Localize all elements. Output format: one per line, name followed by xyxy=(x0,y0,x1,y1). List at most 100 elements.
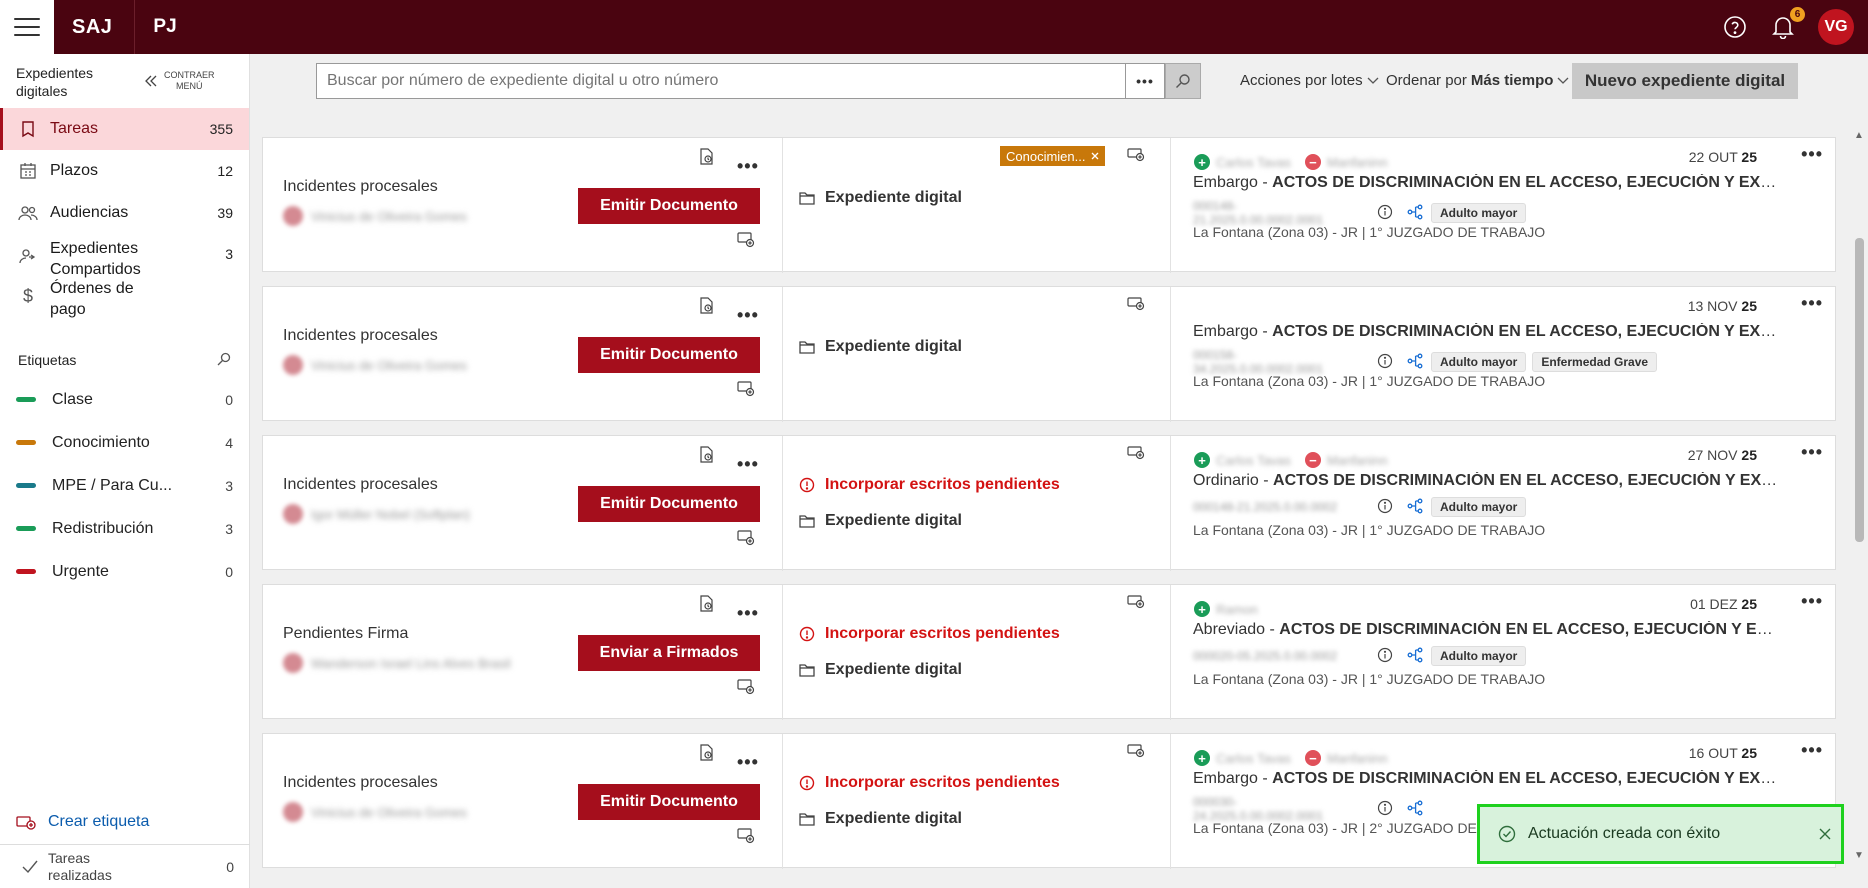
close-icon[interactable] xyxy=(1091,152,1099,160)
new-digital-file-button[interactable]: Nuevo expediente digital xyxy=(1572,63,1798,99)
add-note-button[interactable] xyxy=(737,232,755,251)
scroll-up-icon[interactable]: ▲ xyxy=(1854,130,1864,141)
sidebar-item-ordenes-pago[interactable]: $ Órdenes de pago xyxy=(0,278,249,324)
document-history-button[interactable] xyxy=(699,148,715,169)
task-card[interactable]: Incidentes procesales Igor Müller Nobel (… xyxy=(262,435,1836,571)
tag-item-clase[interactable]: Clase 0 xyxy=(0,378,249,421)
scrollbar[interactable]: ▲ ▼ xyxy=(1852,128,1866,868)
batch-actions-dropdown[interactable]: Acciones por lotes xyxy=(1240,72,1379,89)
add-tag-button[interactable] xyxy=(1127,446,1145,463)
tag-item-mpe[interactable]: MPE / Para Cu... 3 xyxy=(0,464,249,507)
digital-file-link[interactable]: Expediente digital xyxy=(799,189,962,207)
task-card[interactable]: Pendientes Firma Wanderson Israel Lins Al… xyxy=(262,584,1836,720)
sidebar-item-expedientes-compartidos[interactable]: Expedientes Compartidos 3 xyxy=(0,234,249,278)
digital-file-link[interactable]: Expediente digital xyxy=(799,338,962,356)
card-more-button[interactable]: ••• xyxy=(1801,293,1823,314)
add-note-button[interactable] xyxy=(737,679,755,698)
card-more-button[interactable]: ••• xyxy=(1801,442,1823,463)
document-history-button[interactable] xyxy=(699,297,715,318)
collapse-menu-button[interactable]: CONTRAER MENÚ xyxy=(144,70,215,92)
sidebar-item-tareas[interactable]: Tareas 355 xyxy=(0,108,249,150)
card-action-button[interactable]: Emitir Documento xyxy=(578,337,760,373)
app-brand[interactable]: SAJ xyxy=(72,16,112,39)
case-number[interactable]: 000148-21.2025.0.00.0002.0001 xyxy=(1193,199,1363,227)
card-action-button[interactable]: Enviar a Firmados xyxy=(578,635,760,671)
folder-icon xyxy=(799,192,815,205)
tags-search-button[interactable] xyxy=(217,352,231,369)
search-input[interactable] xyxy=(316,63,1125,99)
case-title[interactable]: Embargo - ACTOS DE DISCRIMINACIÓN EN EL … xyxy=(1193,770,1783,788)
card-options-button[interactable]: ••• xyxy=(737,752,759,773)
card-action-button[interactable]: Emitir Documento xyxy=(578,188,760,224)
document-history-button[interactable] xyxy=(699,595,715,616)
help-button[interactable] xyxy=(1722,14,1748,40)
scroll-down-icon[interactable]: ▼ xyxy=(1854,850,1864,861)
add-tag-button[interactable] xyxy=(1127,595,1145,612)
digital-file-link[interactable]: Expediente digital xyxy=(799,661,962,679)
user-avatar[interactable]: VG xyxy=(1818,9,1854,45)
pending-writs-warning[interactable]: Incorporar escritos pendientes xyxy=(799,625,1060,643)
info-button[interactable] xyxy=(1377,800,1393,819)
digital-file-link[interactable]: Expediente digital xyxy=(799,512,962,530)
card-options-button[interactable]: ••• xyxy=(737,156,759,177)
search-button[interactable] xyxy=(1165,63,1201,99)
scroll-thumb[interactable] xyxy=(1855,238,1864,542)
add-tag-button[interactable] xyxy=(1127,148,1145,165)
info-button[interactable] xyxy=(1377,204,1393,223)
tag-item-urgente[interactable]: Urgente 0 xyxy=(0,550,249,593)
document-history-button[interactable] xyxy=(699,744,715,765)
add-tag-button[interactable] xyxy=(1127,297,1145,314)
sidebar-item-plazos[interactable]: Plazos 12 xyxy=(0,150,249,192)
document-clock-icon xyxy=(700,595,713,612)
card-tag[interactable]: Conocimien... xyxy=(1000,146,1106,166)
add-note-button[interactable] xyxy=(737,381,755,400)
search-options-button[interactable]: ••• xyxy=(1125,63,1165,99)
toast-close-button[interactable] xyxy=(1809,828,1841,840)
info-button[interactable] xyxy=(1377,353,1393,372)
add-note-button[interactable] xyxy=(737,530,755,549)
related-files-button[interactable] xyxy=(1407,800,1423,819)
case-title[interactable]: Embargo - ACTOS DE DISCRIMINACIÓN EN EL … xyxy=(1193,323,1783,341)
card-options-button[interactable]: ••• xyxy=(737,603,759,624)
case-number[interactable]: 000020-05.2025.0.00.0002 xyxy=(1193,649,1363,663)
sidebar-item-label-line1: Expedientes xyxy=(50,240,139,257)
related-files-button[interactable] xyxy=(1407,204,1423,223)
add-tag-button[interactable] xyxy=(1127,744,1145,761)
card-action-button[interactable]: Emitir Documento xyxy=(578,784,760,820)
card-more-button[interactable]: ••• xyxy=(1801,591,1823,612)
menu-button[interactable] xyxy=(0,0,54,54)
tag-item-conocimiento[interactable]: Conocimiento 4 xyxy=(0,421,249,464)
task-card[interactable]: Incidentes procesales Vinicius de Oliveir… xyxy=(262,137,1836,273)
sidebar-item-audiencias[interactable]: Audiencias 39 xyxy=(0,192,249,234)
document-history-button[interactable] xyxy=(699,446,715,467)
card-more-button[interactable]: ••• xyxy=(1801,740,1823,761)
add-note-button[interactable] xyxy=(737,828,755,847)
task-card[interactable]: Incidentes procesales Vinicius de Oliveir… xyxy=(262,286,1836,422)
case-title[interactable]: Ordinario - ACTOS DE DISCRIMINACIÓN EN E… xyxy=(1193,472,1783,490)
related-files-button[interactable] xyxy=(1407,647,1423,666)
hierarchy-icon xyxy=(1407,204,1423,219)
tag-item-redistribucion[interactable]: Redistribución 3 xyxy=(0,507,249,550)
case-number[interactable]: 000030-24.2025.0.00.0002.0001 xyxy=(1193,795,1363,823)
pending-writs-warning[interactable]: Incorporar escritos pendientes xyxy=(799,774,1060,792)
sort-dropdown[interactable]: Ordenar por Más tiempo xyxy=(1386,72,1569,89)
completed-tasks-item[interactable]: Tareas realizadas 0 xyxy=(0,844,250,888)
card-options-button[interactable]: ••• xyxy=(737,305,759,326)
digital-file-link[interactable]: Expediente digital xyxy=(799,810,962,828)
collapse-label-line2: MENÚ xyxy=(176,81,203,91)
case-number[interactable]: 000148-21.2025.0.00.0002 xyxy=(1193,500,1363,514)
card-action-button[interactable]: Emitir Documento xyxy=(578,486,760,522)
case-number[interactable]: 000158-34.2025.0.00.0002.0001 xyxy=(1193,348,1363,376)
case-title[interactable]: Abreviado - ACTOS DE DISCRIMINACIÓN EN E… xyxy=(1193,621,1783,639)
notifications-button[interactable]: 6 xyxy=(1770,7,1805,40)
info-button[interactable] xyxy=(1377,498,1393,517)
pending-writs-warning[interactable]: Incorporar escritos pendientes xyxy=(799,476,1060,494)
date-year: 25 xyxy=(1741,149,1757,165)
card-more-button[interactable]: ••• xyxy=(1801,144,1823,165)
card-options-button[interactable]: ••• xyxy=(737,454,759,475)
case-title[interactable]: Embargo - ACTOS DE DISCRIMINACIÓN EN EL … xyxy=(1193,174,1783,192)
info-button[interactable] xyxy=(1377,647,1393,666)
related-files-button[interactable] xyxy=(1407,498,1423,517)
related-files-button[interactable] xyxy=(1407,353,1423,372)
create-tag-button[interactable]: Crear etiqueta xyxy=(0,804,250,840)
